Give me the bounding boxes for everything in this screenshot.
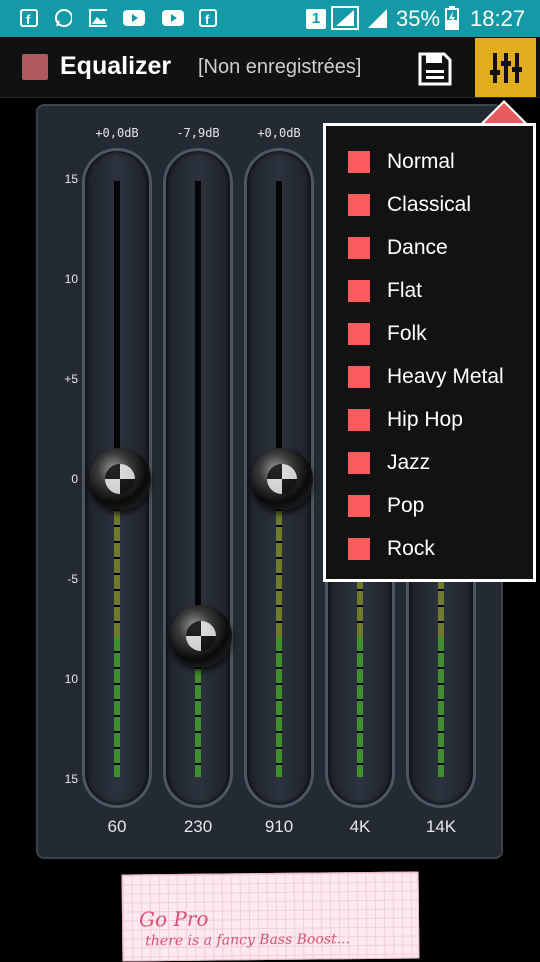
preset-menu-item[interactable]: Flat — [326, 269, 533, 312]
app-logo — [22, 54, 48, 80]
scale-label: +5 — [64, 372, 78, 386]
preset-label: Jazz — [387, 450, 431, 474]
preset-label: Classical — [387, 192, 472, 216]
signal-icon — [366, 7, 388, 29]
scale-label: 10 — [64, 272, 78, 286]
preset-label: Normal — [387, 149, 455, 173]
preset-color-square — [348, 408, 370, 431]
facebook-notification-icon: f — [199, 9, 217, 27]
preset-color-square — [348, 451, 370, 474]
sliders-icon — [489, 52, 522, 83]
preset-menu-item[interactable]: Normal — [326, 140, 533, 183]
band-gain-label: -7,9dB — [176, 126, 220, 140]
go-pro-note[interactable]: Go Pro there is a fancy Bass Boost... — [121, 871, 420, 962]
band-gain-label: +0,0dB — [257, 126, 301, 140]
band-slider-track[interactable] — [82, 148, 152, 808]
note-subtitle: there is a fancy Bass Boost... — [145, 931, 351, 950]
preset-menu-item[interactable]: Heavy Metal — [326, 355, 533, 398]
band-slider-rail — [195, 181, 201, 777]
band-slider-knob[interactable] — [251, 448, 313, 510]
band-level-fill — [114, 479, 120, 777]
band-slider-knob[interactable] — [89, 448, 151, 510]
preset-menu-item[interactable]: Pop — [326, 484, 533, 527]
band-frequency-label: 910 — [264, 817, 294, 836]
preset-label: Rock — [387, 536, 435, 560]
preset-menu-item[interactable]: Rock — [326, 527, 533, 570]
app-title: Equalizer — [60, 52, 172, 80]
band-slider-track[interactable] — [244, 148, 314, 808]
preset-color-square — [348, 279, 370, 302]
equalizer-presets-button[interactable] — [475, 38, 536, 97]
dropdown-pointer — [484, 103, 524, 123]
status-bar: f f 1 35% 18:27 — [0, 0, 540, 37]
preset-menu-item[interactable]: Dance — [326, 226, 533, 269]
preset-name[interactable]: [Non enregistrées] — [198, 56, 361, 79]
preset-label: Hip Hop — [387, 407, 463, 431]
band-level-fill — [438, 637, 444, 777]
preset-menu-item[interactable]: Classical — [326, 183, 533, 226]
scale-label: -5 — [67, 572, 78, 586]
sim-badge: 1 — [306, 8, 326, 29]
band-level-fill — [114, 637, 120, 777]
youtube-notification-icon — [162, 9, 184, 27]
band-frequency-label: 4K — [349, 817, 371, 836]
band-slider-track[interactable] — [163, 148, 233, 808]
band-frequency-label: 60 — [107, 817, 127, 836]
scale-label: 15 — [64, 772, 78, 786]
clock: 18:27 — [470, 5, 526, 31]
preset-label: Pop — [387, 493, 425, 517]
preset-menu-item[interactable]: Folk — [326, 312, 533, 355]
band-slider-knob[interactable] — [170, 604, 232, 667]
gallery-notification-icon — [89, 9, 107, 27]
save-icon — [418, 52, 452, 86]
scale-label: 10 — [64, 672, 78, 686]
youtube-notification-icon — [123, 9, 145, 27]
preset-label: Folk — [387, 321, 427, 345]
band-gain-label: +0,0dB — [95, 126, 139, 140]
app-bar: Equalizer [Non enregistrées] — [0, 37, 540, 98]
preset-color-square — [348, 494, 370, 517]
band-frequency-label: 230 — [183, 817, 213, 836]
preset-menu-item[interactable]: Jazz — [326, 441, 533, 484]
note-title: Go Pro — [138, 906, 209, 932]
facebook-notification-icon: f — [20, 9, 38, 27]
svg-text:f: f — [26, 12, 31, 27]
band-level-fill — [276, 637, 282, 777]
preset-color-square — [348, 365, 370, 388]
preset-color-square — [348, 150, 370, 173]
scale-label: 0 — [71, 472, 78, 486]
save-button[interactable] — [412, 47, 458, 91]
band-level-fill — [276, 479, 282, 777]
preset-color-square — [348, 322, 370, 345]
preset-color-square — [348, 236, 370, 259]
battery-percent: 35% — [396, 5, 441, 31]
preset-label: Flat — [387, 278, 423, 302]
presets-menu: Normal Classical Dance Flat Folk Heavy Metal H… — [323, 123, 536, 582]
preset-color-square — [348, 537, 370, 560]
scale-label: 15 — [64, 172, 78, 186]
preset-color-square — [348, 193, 370, 216]
whatsapp-notification-icon — [54, 9, 72, 27]
svg-text:f: f — [205, 12, 210, 27]
preset-label: Heavy Metal — [387, 364, 504, 388]
signal-icon — [331, 6, 359, 30]
battery-charging-icon — [445, 6, 459, 30]
band-level-fill — [357, 637, 363, 777]
band-frequency-label: 14K — [425, 817, 457, 836]
preset-label: Dance — [387, 235, 448, 259]
preset-menu-item[interactable]: Hip Hop — [326, 398, 533, 441]
